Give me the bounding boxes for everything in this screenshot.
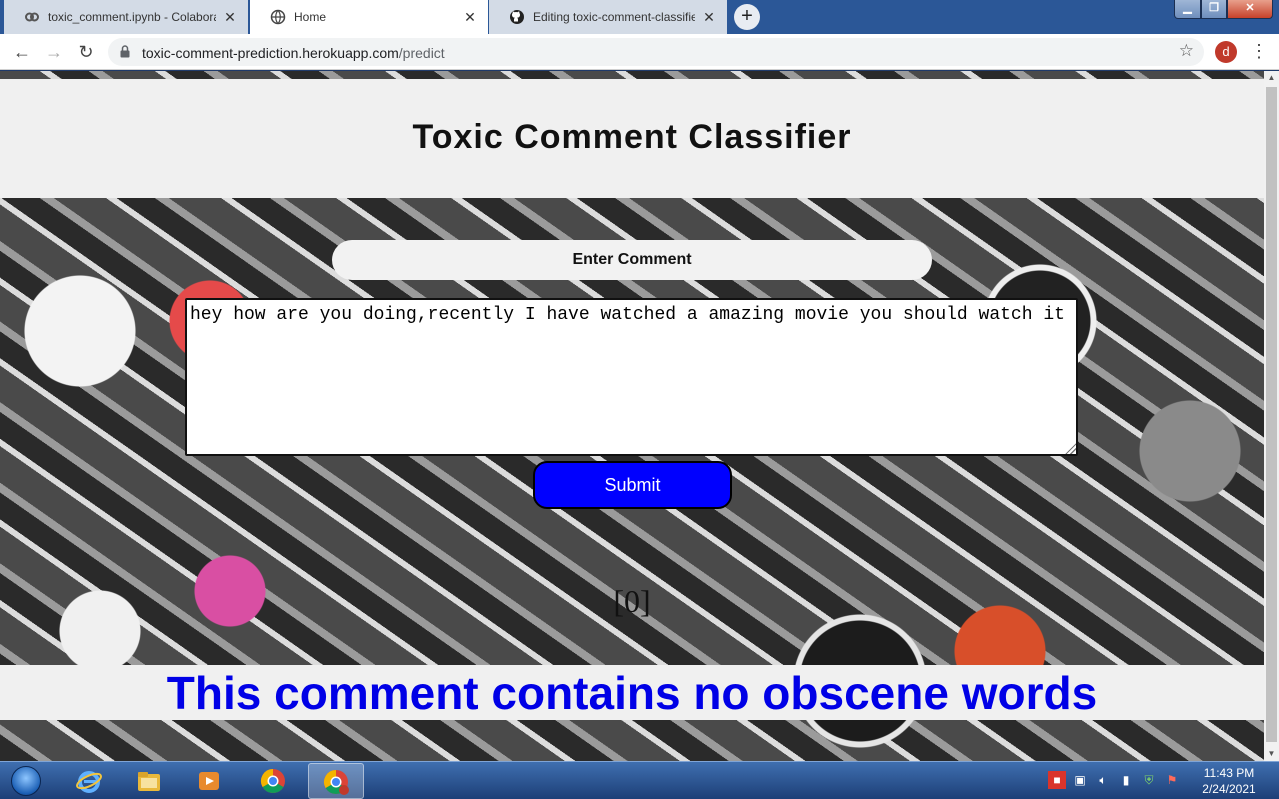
browser-menu-icon[interactable]: ⋮ (1250, 41, 1268, 63)
chrome-profile-icon (323, 770, 349, 795)
media-player-icon (199, 772, 219, 790)
signal-icon[interactable]: ▮ (1117, 771, 1135, 789)
tab-close-icon[interactable]: ✕ (222, 9, 238, 25)
clock-date: 2/24/2021 (1202, 782, 1256, 796)
volume-icon[interactable]: 🔈︎ (1094, 771, 1112, 789)
taskbar-ie[interactable] (62, 763, 118, 799)
window-restore-button[interactable]: ❐ (1201, 0, 1227, 19)
colab-icon (24, 9, 40, 25)
tab-close-icon[interactable]: ✕ (462, 9, 478, 25)
taskbar-media-player[interactable] (182, 763, 238, 799)
browser-toolbar: ← → ↻ toxic-comment-prediction.herokuapp… (0, 34, 1279, 70)
taskbar-chrome[interactable] (246, 763, 302, 799)
action-center-flag-icon[interactable]: ⚑ (1163, 771, 1181, 789)
profile-avatar[interactable]: d (1215, 41, 1237, 63)
scrollbar-thumb[interactable] (1266, 87, 1277, 742)
reload-icon[interactable]: ↻ (74, 40, 98, 64)
tab-colab[interactable]: toxic_comment.ipynb - Colaborat ✕ (4, 0, 248, 34)
start-button[interactable] (4, 763, 48, 799)
globe-icon (270, 9, 286, 25)
url-path: /predict (398, 45, 445, 61)
notification-icon[interactable]: ■ (1048, 771, 1066, 789)
folder-icon (138, 772, 160, 791)
comment-textarea[interactable]: hey how are you doing,recently I have wa… (185, 298, 1078, 456)
forward-arrow-icon[interactable]: → (42, 40, 66, 64)
system-tray: ■ ▣ 🔈︎ ▮ ⛨ ⚑ (1048, 771, 1181, 791)
tab-github[interactable]: Editing toxic-comment-classifier/ ✕ (489, 0, 727, 34)
url-text: toxic-comment-prediction.herokuapp.com/p… (142, 45, 445, 61)
scroll-down-arrow-icon[interactable]: ▼ (1264, 747, 1279, 761)
new-tab-button[interactable]: + (734, 4, 760, 30)
tab-home[interactable]: Home ✕ (250, 0, 488, 34)
tab-label: Editing toxic-comment-classifier/ (533, 10, 695, 24)
windows-start-icon (11, 766, 41, 796)
url-host: toxic-comment-prediction.herokuapp.com (142, 45, 399, 61)
back-arrow-icon[interactable]: ← (10, 40, 34, 64)
browser-tab-strip: toxic_comment.ipynb - Colaborat ✕ Home ✕… (0, 0, 1279, 34)
clock-time: 11:43 PM (1203, 766, 1255, 780)
page-viewport: Toxic Comment Classifier Enter Comment h… (0, 71, 1264, 761)
github-icon (509, 9, 525, 25)
page-title: Toxic Comment Classifier (412, 118, 852, 156)
resize-handle-icon[interactable] (1064, 442, 1076, 454)
chrome-icon (260, 769, 285, 794)
taskbar: ■ ▣ 🔈︎ ▮ ⛨ ⚑ 11:43 PM 2/24/2021 (0, 761, 1279, 799)
taskbar-clock[interactable]: 11:43 PM 2/24/2021 (1198, 765, 1260, 797)
security-shield-icon[interactable]: ⛨ (1140, 771, 1158, 789)
taskbar-chrome-profile[interactable] (308, 763, 364, 799)
window-close-button[interactable]: ✕ (1227, 0, 1273, 19)
tab-label: Home (294, 10, 327, 24)
lock-icon (120, 45, 130, 58)
bookmark-star-icon[interactable]: ☆ (1179, 41, 1194, 61)
scroll-up-arrow-icon[interactable]: ▲ (1264, 71, 1279, 85)
address-bar[interactable]: toxic-comment-prediction.herokuapp.com/p… (108, 38, 1204, 66)
internet-explorer-icon (76, 771, 102, 793)
tab-label: toxic_comment.ipynb - Colaborat (48, 10, 216, 24)
taskbar-explorer[interactable] (122, 763, 178, 799)
vertical-scrollbar[interactable]: ▲ ▼ (1264, 71, 1279, 761)
comment-label: Enter Comment (332, 240, 932, 280)
prediction-value: [0] (613, 583, 651, 619)
result-message: This comment contains no obscene words (166, 667, 1098, 719)
tab-close-icon[interactable]: ✕ (701, 9, 717, 25)
window-minimize-button[interactable]: ▁ (1174, 0, 1201, 19)
submit-button[interactable]: Submit (533, 461, 732, 509)
network-status-icon[interactable]: ▣ (1071, 771, 1089, 789)
